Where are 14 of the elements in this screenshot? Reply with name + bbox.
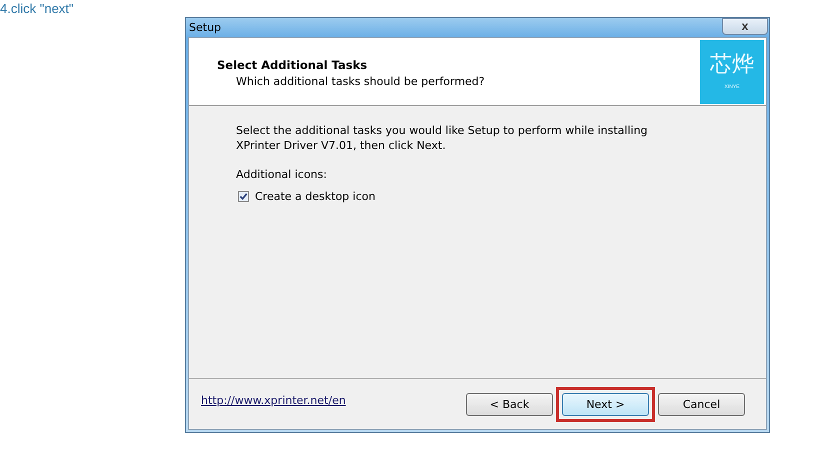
window-title: Setup <box>189 21 222 34</box>
page-subtitle: Which additional tasks should be performed? <box>236 74 485 88</box>
website-link[interactable]: http://www.xprinter.net/en <box>201 394 346 406</box>
next-button[interactable]: Next > <box>562 392 649 416</box>
page-title: Select Additional Tasks <box>217 58 368 72</box>
intro-text: Select the additional tasks you would like Setup to perform while installing XPrinter Driver V7.01, then click Next. <box>236 123 649 153</box>
instruction-caption: 4.click "next" <box>0 1 74 16</box>
checkbox[interactable] <box>238 191 249 202</box>
close-button[interactable]: x <box>722 18 768 34</box>
checkbox-label: Create a desktop icon <box>255 190 376 203</box>
cancel-button[interactable]: Cancel <box>658 392 745 416</box>
logo-mark: 芯烨 <box>710 53 754 78</box>
group-label: Additional icons: <box>236 168 328 181</box>
back-button[interactable]: < Back <box>466 392 553 416</box>
